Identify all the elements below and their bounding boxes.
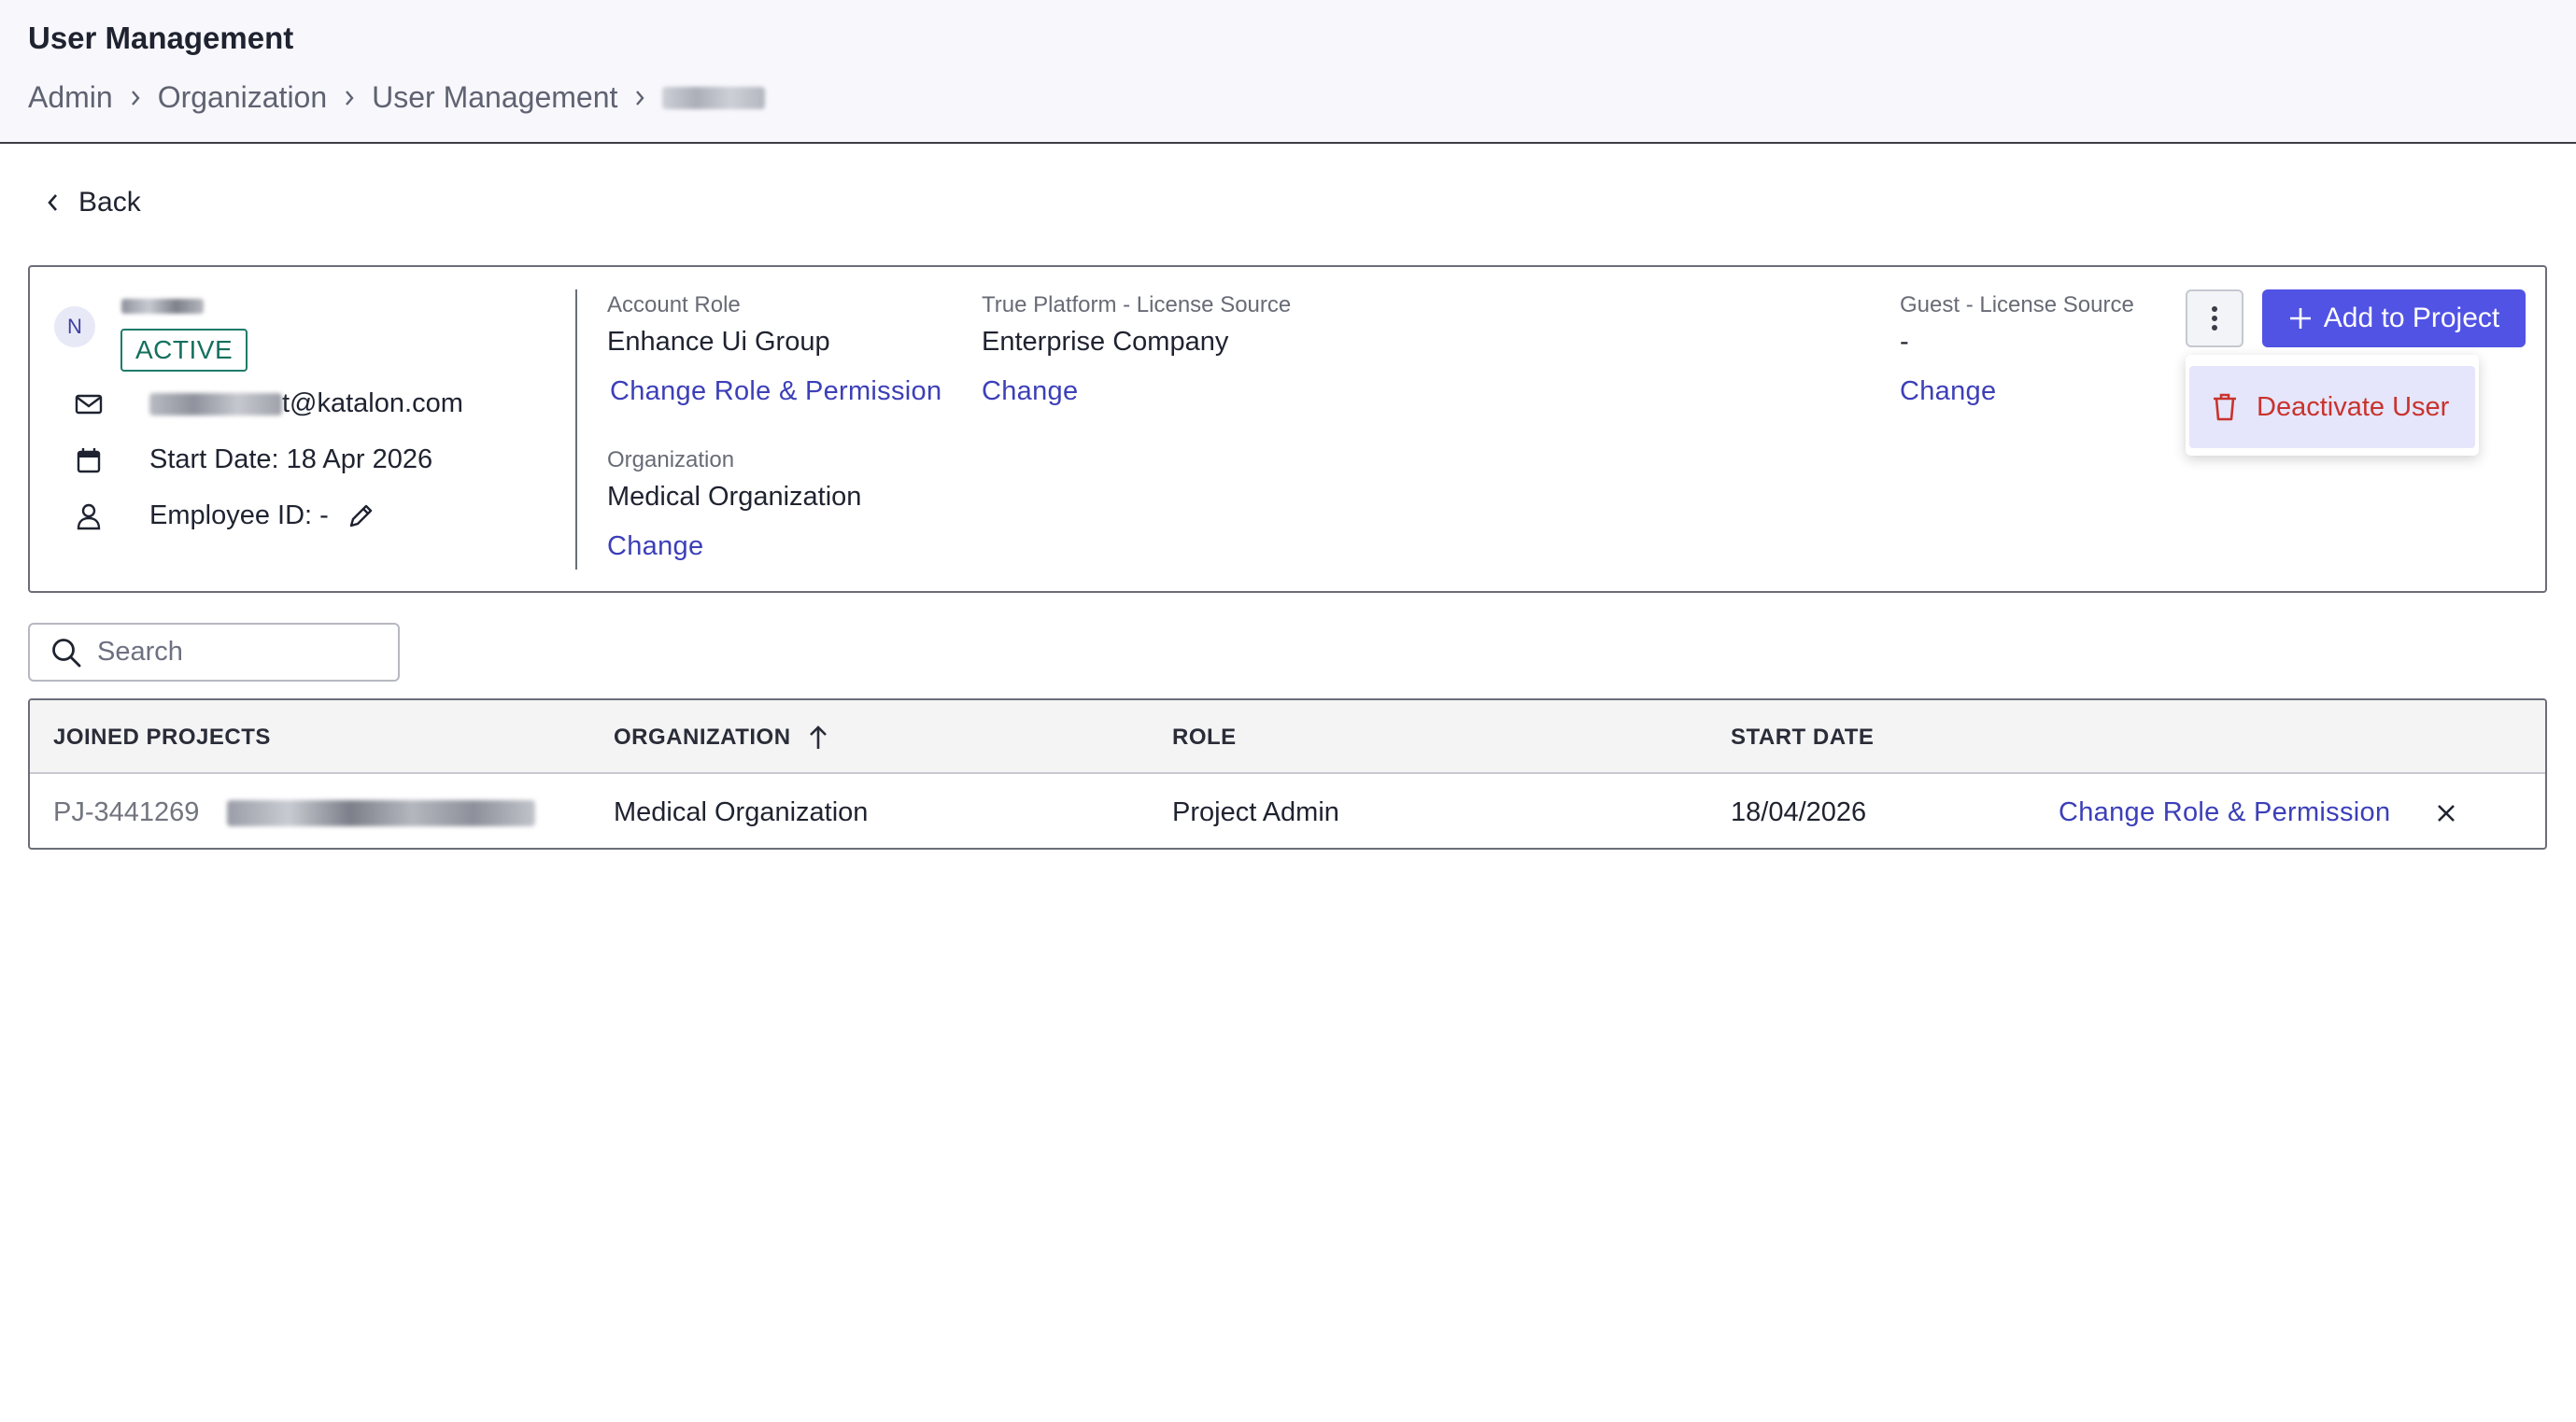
user-details-card: N ACTIVE t@katalon.com Start Date: 18 Ap… [28,265,2547,593]
change-true-platform-license-link[interactable]: Change [982,376,1078,407]
breadcrumb: Admin Organization User Management [28,80,766,115]
true-platform-license-label: True Platform - License Source [982,292,1292,317]
change-organization-link[interactable]: Change [607,531,703,562]
back-label: Back [78,187,141,218]
calendar-icon [73,447,105,473]
remove-project-button[interactable] [2436,776,2456,848]
project-name-redacted [227,799,536,826]
trash-icon [2214,393,2236,421]
change-guest-license-link[interactable]: Change [1900,376,1996,407]
card-divider [575,289,577,570]
start-date-text: Start Date: 18 Apr 2026 [149,444,433,474]
column-header-start-date[interactable]: START DATE [1731,700,1874,774]
user-name-redacted [121,299,204,314]
more-actions-menu: Deactivate User [2186,355,2479,456]
page-header: User Management Admin Organization User … [0,0,2576,144]
column-header-joined-projects[interactable]: JOINED PROJECTS [53,700,271,774]
add-to-project-button[interactable]: Add to Project [2262,289,2526,347]
deactivate-user-menu-item[interactable]: Deactivate User [2189,366,2475,448]
page-title: User Management [28,21,294,55]
more-vertical-icon [2212,306,2217,331]
close-icon [2436,803,2456,824]
column-header-role[interactable]: ROLE [1172,700,1237,774]
column-header-organization[interactable]: ORGANIZATION [614,700,828,774]
search-box [28,623,400,682]
email-text: t@katalon.com [282,388,463,418]
chevron-left-icon [48,194,57,211]
breadcrumb-user-management[interactable]: User Management [372,80,617,115]
arrow-up-icon[interactable] [808,725,828,751]
status-badge: ACTIVE [120,329,248,372]
guest-license-value: - [1900,327,1909,357]
role-cell: Project Admin [1172,797,1339,827]
account-role-label: Account Role [607,292,741,317]
chevron-right-icon [113,89,158,107]
organization-value: Medical Organization [607,482,862,512]
row-change-role-permission-link[interactable]: Change Role & Permission [2059,776,2390,848]
breadcrumb-organization[interactable]: Organization [158,80,327,115]
plus-icon [2289,308,2311,329]
more-actions-button[interactable] [2186,289,2243,347]
true-platform-license-value: Enterprise Company [982,327,1229,357]
joined-projects-table: JOINED PROJECTS ORGANIZATION ROLE START … [28,698,2547,850]
guest-license-label: Guest - License Source [1900,292,2134,317]
table-header: JOINED PROJECTS ORGANIZATION ROLE START … [30,700,2545,774]
search-input[interactable] [97,637,377,668]
breadcrumb-admin[interactable]: Admin [28,80,113,115]
pencil-icon [349,504,372,527]
employee-id-row: Employee ID: - [73,500,375,531]
add-to-project-label: Add to Project [2323,303,2500,333]
chevron-right-icon [327,89,372,107]
person-icon [73,502,105,530]
deactivate-user-label: Deactivate User [2257,391,2450,422]
project-id: PJ-3441269 [53,797,200,827]
account-role-value: Enhance Ui Group [607,327,830,357]
organization-label: Organization [607,447,735,472]
chevron-right-icon [617,89,662,107]
change-role-permission-link[interactable]: Change Role & Permission [610,376,941,407]
breadcrumb-current-user-redacted [662,86,766,109]
start-date-row: Start Date: 18 Apr 2026 [73,444,432,475]
email-row: t@katalon.com [73,388,463,419]
search-icon [52,638,81,667]
start-date-cell: 18/04/2026 [1731,797,1867,827]
avatar: N [54,306,95,347]
email-redacted [149,392,282,415]
edit-employee-id-button[interactable] [346,501,375,531]
employee-id-text: Employee ID: - [149,500,329,530]
table-row: PJ-3441269 Medical Organization Project … [30,776,2545,848]
organization-cell: Medical Organization [614,797,869,827]
project-cell: PJ-3441269 [53,776,536,848]
back-button[interactable]: Back [45,187,141,218]
mail-icon [73,393,105,415]
